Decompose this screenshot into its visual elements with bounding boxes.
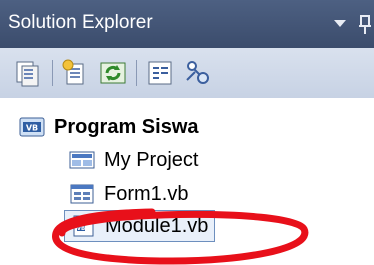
tree-item-module1[interactable]: VB Module1.vb (64, 210, 216, 242)
selection-highlight: VB Module1.vb (64, 210, 216, 242)
tree-item-project[interactable]: VB Program Siswa (18, 112, 199, 142)
dropdown-arrow-icon[interactable] (334, 20, 346, 27)
toolbar-separator (52, 60, 53, 86)
refresh-icon[interactable] (98, 58, 128, 88)
tree-item-my-project[interactable]: My Project (68, 145, 198, 175)
window-title: Solution Explorer (8, 12, 153, 33)
toolbar (0, 48, 374, 98)
tree-item-form1[interactable]: Form1.vb (68, 179, 188, 209)
show-all-files-icon[interactable] (14, 58, 44, 88)
module-icon: VB (73, 215, 94, 237)
tree-item-label: My Project (104, 148, 199, 171)
tree-item-label: Module1.vb (105, 214, 209, 237)
title-bar: Solution Explorer (0, 0, 374, 48)
vb-project-icon: VB (19, 117, 45, 137)
my-project-icon (69, 151, 95, 169)
form-icon (70, 184, 94, 204)
svg-text:VB: VB (26, 124, 38, 133)
view-code-icon[interactable] (145, 58, 175, 88)
title-controls (334, 14, 374, 36)
view-designer-icon[interactable] (183, 58, 213, 88)
pin-icon[interactable] (358, 14, 372, 36)
properties-icon[interactable] (60, 58, 90, 88)
svg-text:VB: VB (77, 226, 85, 232)
tree-item-label: Form1.vb (104, 182, 189, 205)
tree-item-label: Program Siswa (54, 115, 199, 138)
toolbar-separator (136, 60, 137, 86)
solution-tree: VB Program Siswa My Project Form1.vb VB … (0, 98, 374, 259)
